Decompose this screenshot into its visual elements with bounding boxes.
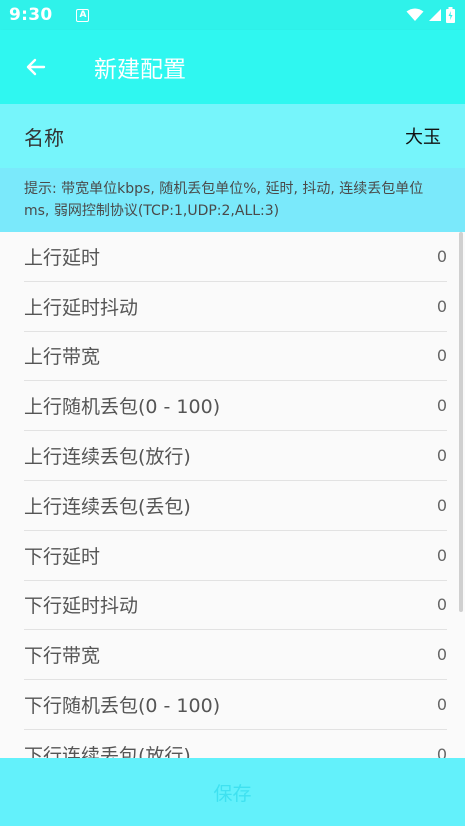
field-input[interactable]: 0 (437, 546, 447, 565)
field-uplink-burst-pass[interactable]: 上行连续丢包(放行) 0 (24, 431, 447, 481)
field-input[interactable]: 0 (437, 396, 447, 415)
field-input[interactable]: 0 (437, 446, 447, 465)
hint-text: 提示: 带宽单位kbps, 随机丢包单位%, 延时, 抖动, 连续丢包单位ms,… (0, 168, 465, 232)
config-field-list[interactable]: 上行延时 0 上行延时抖动 0 上行带宽 0 上行随机丢包(0 - 100) 0… (0, 232, 465, 758)
name-label: 名称 (24, 125, 64, 150)
field-input[interactable]: 0 (437, 247, 447, 266)
status-icons (406, 7, 455, 23)
field-label: 上行随机丢包(0 - 100) (24, 396, 221, 419)
wifi-icon (406, 8, 424, 21)
field-label: 下行带宽 (24, 645, 101, 668)
field-input[interactable]: 0 (437, 346, 447, 365)
field-input[interactable]: 0 (437, 745, 447, 758)
field-label: 上行连续丢包(丢包) (24, 495, 191, 518)
field-uplink-burst-drop[interactable]: 上行连续丢包(丢包) 0 (24, 481, 447, 531)
field-input[interactable]: 0 (437, 595, 447, 614)
back-button[interactable] (22, 53, 50, 81)
field-input[interactable]: 0 (437, 297, 447, 316)
field-downlink-burst-pass[interactable]: 下行连续丢包(放行) 0 (24, 730, 447, 758)
field-uplink-bandwidth[interactable]: 上行带宽 0 (24, 332, 447, 382)
name-input[interactable]: 大玉 (405, 123, 441, 149)
save-label: 保存 (213, 782, 252, 805)
status-time: 9:30 (9, 5, 53, 25)
list-scrollbar[interactable] (459, 232, 463, 612)
arrow-left-icon (26, 58, 46, 76)
name-row[interactable]: 名称 大玉 (0, 104, 465, 168)
field-label: 上行延时 (24, 246, 101, 269)
a-notification-icon: A (76, 8, 90, 22)
status-bar: 9:30 A (0, 0, 465, 30)
field-label: 下行延时 (24, 545, 101, 568)
field-label: 下行延时抖动 (24, 595, 139, 618)
field-label: 上行连续丢包(放行) (24, 446, 191, 469)
app-bar: 新建配置 (0, 30, 465, 104)
field-input[interactable]: 0 (437, 695, 447, 714)
field-uplink-random-loss[interactable]: 上行随机丢包(0 - 100) 0 (24, 381, 447, 432)
field-downlink-delay-jitter[interactable]: 下行延时抖动 0 (24, 581, 447, 631)
field-uplink-delay-jitter[interactable]: 上行延时抖动 0 (24, 282, 447, 332)
field-label: 上行带宽 (24, 346, 101, 369)
field-downlink-random-loss[interactable]: 下行随机丢包(0 - 100) 0 (24, 680, 447, 730)
status-left: 9:30 A (9, 5, 90, 25)
field-uplink-delay[interactable]: 上行延时 0 (24, 232, 447, 282)
battery-icon (446, 7, 455, 23)
field-downlink-delay[interactable]: 下行延时 0 (24, 531, 447, 581)
save-button[interactable]: 保存 (0, 758, 465, 826)
field-downlink-bandwidth[interactable]: 下行带宽 0 (24, 630, 447, 681)
page-title: 新建配置 (94, 57, 186, 83)
field-label: 上行延时抖动 (24, 296, 139, 319)
field-label: 下行随机丢包(0 - 100) (24, 695, 221, 718)
field-label: 下行连续丢包(放行) (24, 744, 191, 758)
field-input[interactable]: 0 (437, 645, 447, 664)
signal-icon (429, 9, 441, 21)
field-input[interactable]: 0 (437, 496, 447, 515)
